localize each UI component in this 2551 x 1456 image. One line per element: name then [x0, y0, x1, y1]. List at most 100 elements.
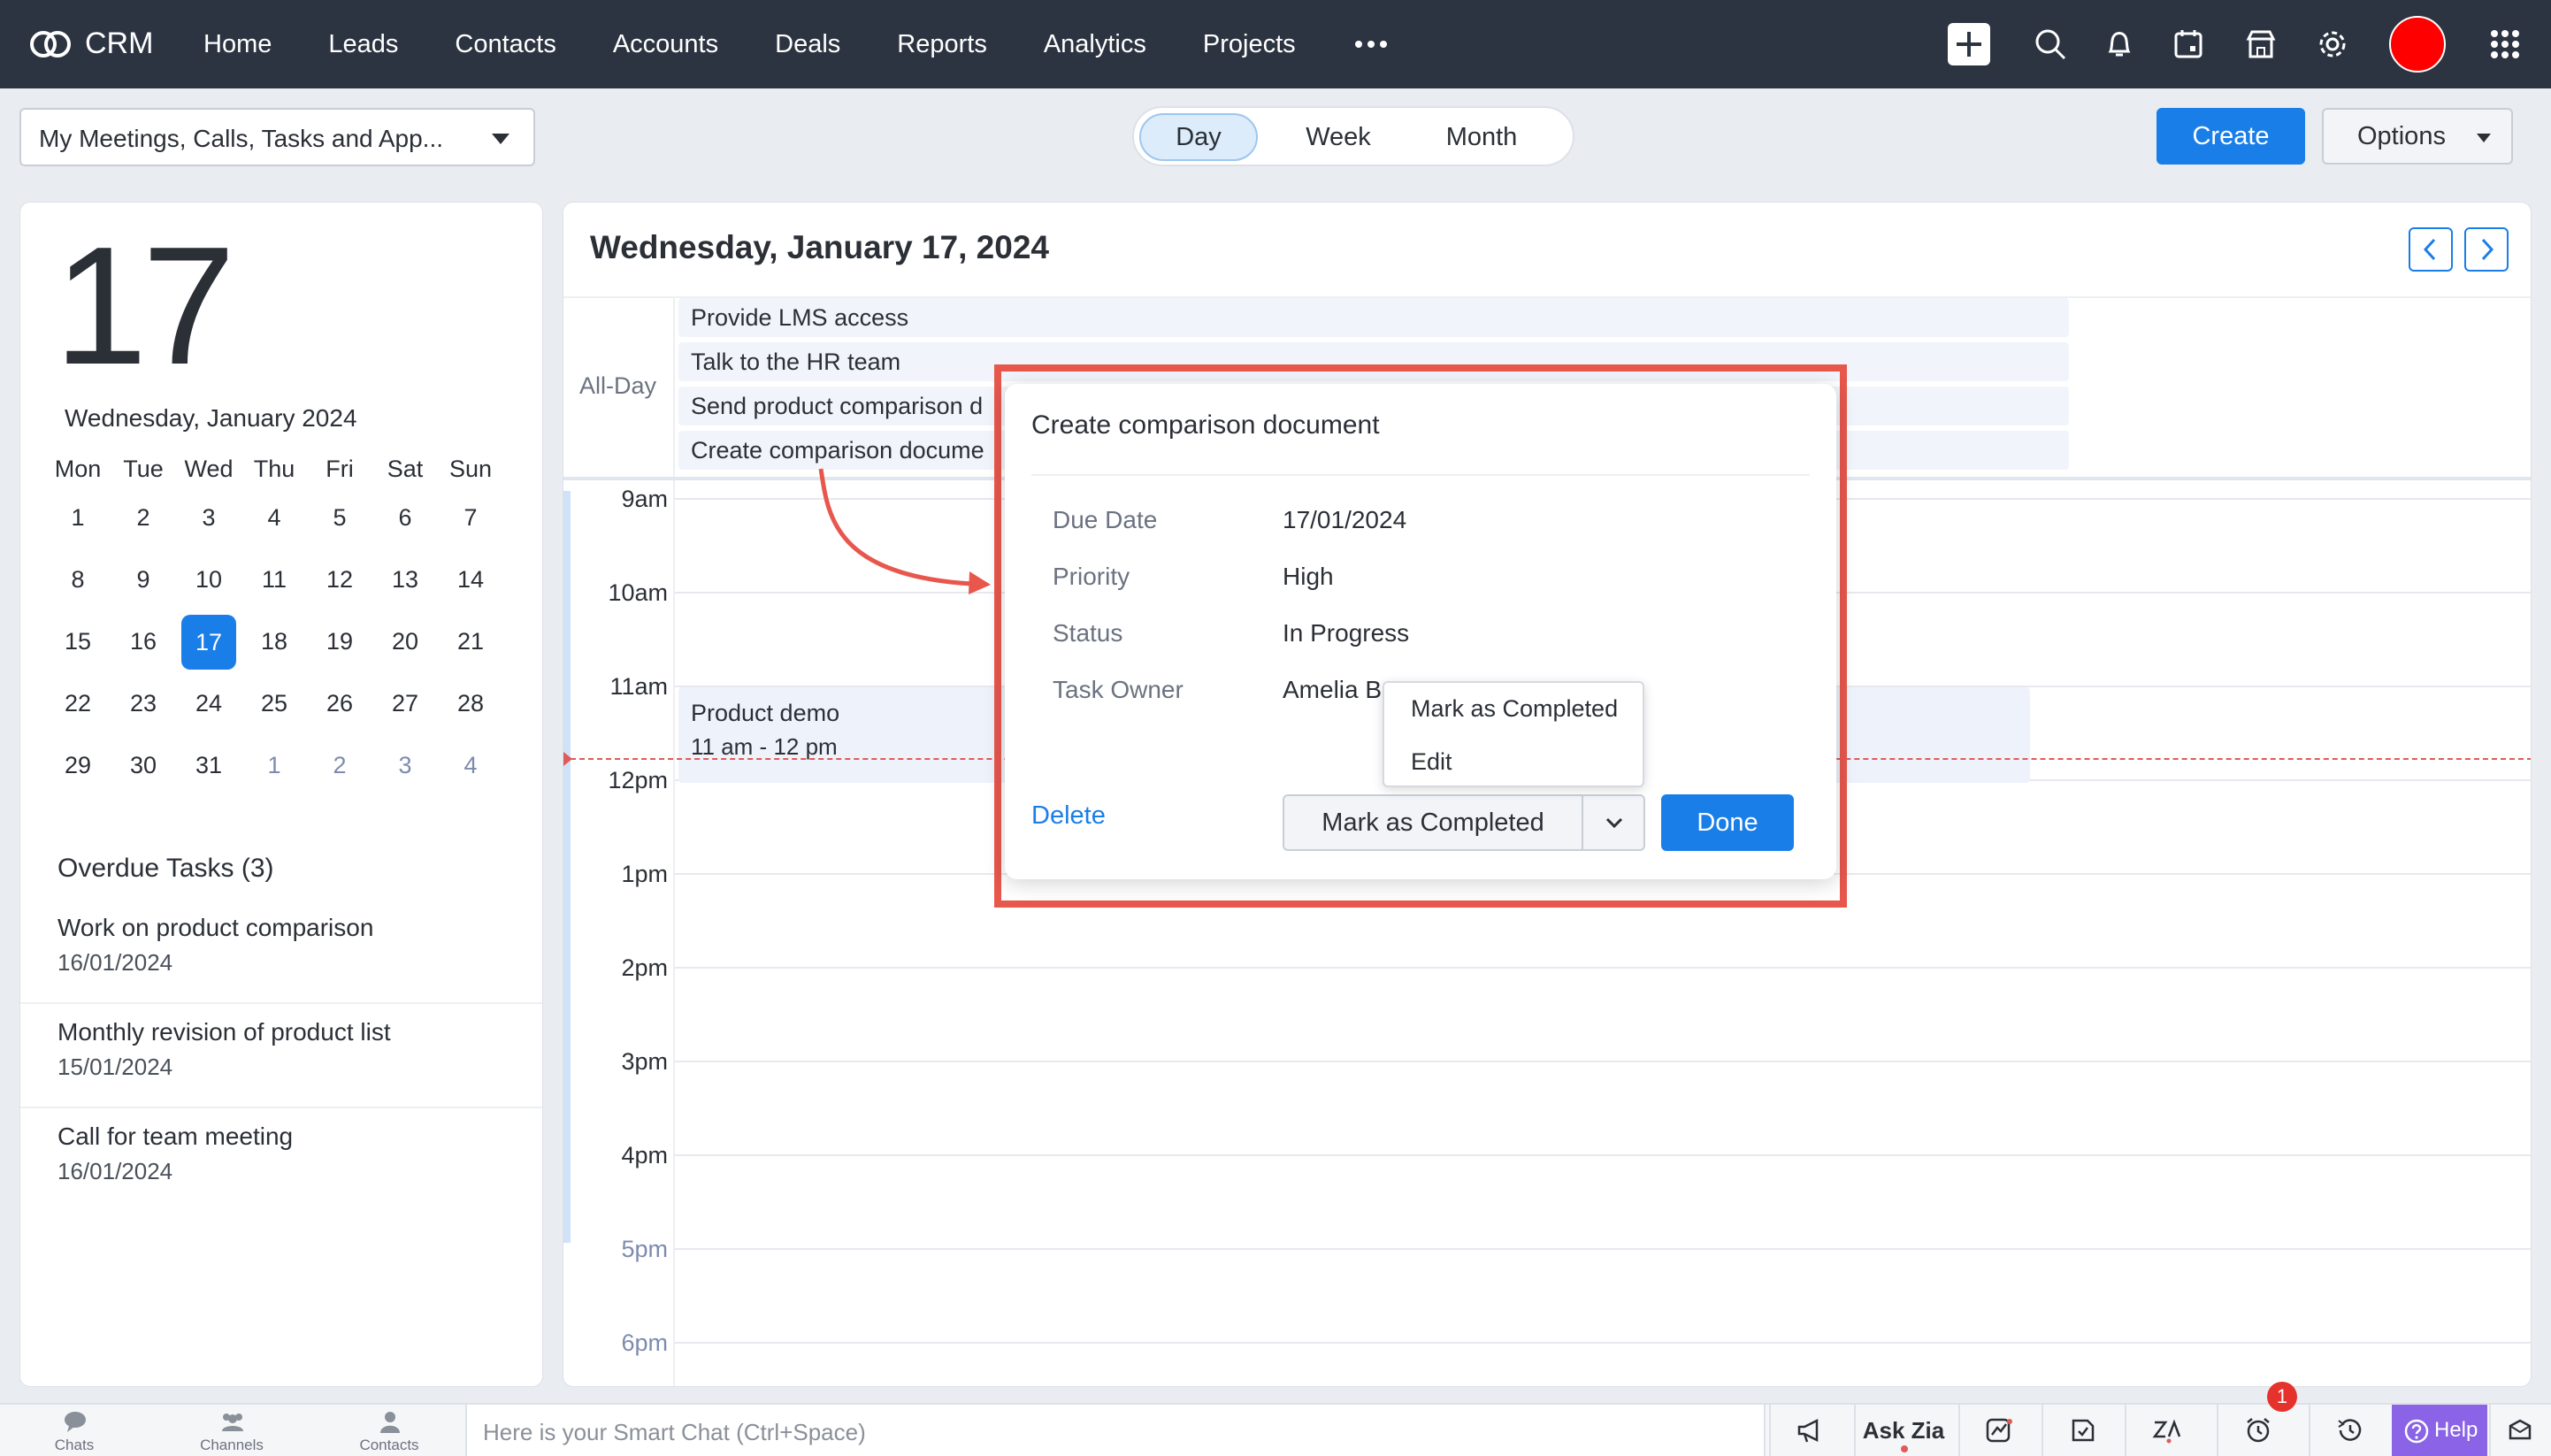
- tab-chats[interactable]: Chats: [30, 1405, 119, 1456]
- tab-contacts[interactable]: Contacts: [345, 1405, 433, 1456]
- calendar-day[interactable]: 30: [111, 739, 176, 792]
- overdue-date: 15/01/2024: [57, 1054, 173, 1080]
- dropdown-menu: Mark as Completed Edit: [1383, 681, 1644, 787]
- smart-chat-placeholder: Here is your Smart Chat (Ctrl+Space): [483, 1419, 866, 1445]
- tab-channels[interactable]: Channels: [188, 1405, 276, 1456]
- weekday-label: Tue: [123, 456, 164, 482]
- prev-day-button[interactable]: [2409, 227, 2453, 272]
- overdue-item[interactable]: Work on product comparison 16/01/2024: [20, 900, 542, 1004]
- avatar[interactable]: [2389, 16, 2446, 73]
- calendar-day[interactable]: 17: [176, 615, 241, 670]
- calendar-day[interactable]: 27: [372, 677, 438, 730]
- calendar-day[interactable]: 6: [372, 491, 438, 544]
- overdue-item[interactable]: Monthly revision of product list 15/01/2…: [20, 1004, 542, 1108]
- calendar-day[interactable]: 29: [45, 739, 111, 792]
- bell-icon[interactable]: [2100, 25, 2139, 64]
- feedback-icon[interactable]: [2489, 1405, 2551, 1456]
- calendar-day[interactable]: 7: [438, 491, 503, 544]
- marketplace-icon[interactable]: [2241, 25, 2280, 64]
- calendar-day[interactable]: 3: [176, 491, 241, 544]
- search-icon[interactable]: [2031, 25, 2070, 64]
- calendar-day[interactable]: 28: [438, 677, 503, 730]
- tab-week[interactable]: Week: [1279, 113, 1398, 161]
- calendar-day[interactable]: 24: [176, 677, 241, 730]
- smart-chat-input[interactable]: Here is your Smart Chat (Ctrl+Space): [465, 1405, 1766, 1456]
- gear-icon[interactable]: [2313, 25, 2352, 64]
- nav-analytics[interactable]: Analytics: [1030, 30, 1161, 59]
- calendar-day[interactable]: 13: [372, 553, 438, 606]
- calendar-day[interactable]: 4: [241, 491, 307, 544]
- nav-leads[interactable]: Leads: [314, 30, 412, 59]
- field-value: In Progress: [1283, 619, 1410, 647]
- event-title: Product demo: [691, 700, 840, 726]
- hour-line: [675, 1248, 2531, 1250]
- done-button[interactable]: Done: [1661, 794, 1794, 851]
- calendar-day[interactable]: 1: [45, 491, 111, 544]
- field-value: High: [1283, 563, 1334, 590]
- tab-day[interactable]: Day: [1139, 113, 1258, 161]
- help-icon: [2404, 1419, 2429, 1444]
- delete-link[interactable]: Delete: [1031, 801, 1106, 831]
- calendar-day[interactable]: 25: [241, 677, 307, 730]
- calendar-day[interactable]: 8: [45, 553, 111, 606]
- calendar-day[interactable]: 22: [45, 677, 111, 730]
- crm-logo-icon[interactable]: [28, 23, 73, 65]
- analytics-icon[interactable]: [1958, 1405, 2038, 1456]
- create-button[interactable]: Create: [2156, 108, 2305, 165]
- nav-reports[interactable]: Reports: [883, 30, 1001, 59]
- history-icon[interactable]: [2309, 1405, 2388, 1456]
- calendar-day[interactable]: 5: [307, 491, 372, 544]
- tab-month[interactable]: Month: [1415, 113, 1548, 161]
- calendar-day[interactable]: 16: [111, 615, 176, 668]
- view-select[interactable]: My Meetings, Calls, Tasks and App...: [19, 108, 535, 166]
- calendar-day[interactable]: 21: [438, 615, 503, 668]
- hour-label: 9am: [621, 486, 668, 512]
- next-day-button[interactable]: [2464, 227, 2509, 272]
- nav-home[interactable]: Home: [189, 30, 286, 59]
- apps-grid-icon[interactable]: [2486, 25, 2524, 64]
- help-button[interactable]: Help: [2392, 1405, 2487, 1456]
- calendar-day[interactable]: 14: [438, 553, 503, 606]
- zia-icon[interactable]: [2125, 1405, 2204, 1456]
- menu-item-edit[interactable]: Edit: [1411, 748, 1452, 776]
- nav-contacts[interactable]: Contacts: [440, 30, 570, 59]
- nav-projects[interactable]: Projects: [1189, 30, 1310, 59]
- ask-zia-button[interactable]: Ask Zia: [1854, 1405, 1951, 1456]
- chevron-down-icon[interactable]: [1605, 816, 1624, 830]
- signals-icon[interactable]: [2042, 1405, 2121, 1456]
- nav-accounts[interactable]: Accounts: [599, 30, 732, 59]
- calendar-day[interactable]: 31: [176, 739, 241, 792]
- calendar-icon[interactable]: [2169, 25, 2208, 64]
- calendar-day[interactable]: 23: [111, 677, 176, 730]
- calendar-day[interactable]: 9: [111, 553, 176, 606]
- calendar-day[interactable]: 4: [438, 739, 503, 792]
- allday-event[interactable]: Provide LMS access: [678, 298, 2069, 337]
- overdue-item[interactable]: Call for team meeting 16/01/2024: [20, 1108, 542, 1213]
- announcement-icon[interactable]: [1769, 1405, 1849, 1456]
- calendar-day[interactable]: 11: [241, 553, 307, 606]
- calendar-day[interactable]: 12: [307, 553, 372, 606]
- calendar-day[interactable]: 26: [307, 677, 372, 730]
- divider: [673, 296, 675, 1386]
- add-icon[interactable]: [1948, 23, 1990, 65]
- options-button[interactable]: Options: [2322, 108, 2513, 165]
- alarm-icon[interactable]: [2217, 1405, 2296, 1456]
- menu-item-mark-completed[interactable]: Mark as Completed: [1411, 695, 1618, 723]
- calendar-day[interactable]: 19: [307, 615, 372, 668]
- calendar-day[interactable]: 2: [111, 491, 176, 544]
- brand-name[interactable]: CRM: [85, 27, 153, 61]
- overdue-name: Call for team meeting: [57, 1123, 294, 1150]
- calendar-day[interactable]: 18: [241, 615, 307, 668]
- field-label: Task Owner: [1053, 676, 1184, 703]
- more-icon[interactable]: [1353, 35, 1389, 53]
- calendar-day[interactable]: 15: [45, 615, 111, 668]
- calendar-day[interactable]: 2: [307, 739, 372, 792]
- calendar-day[interactable]: 20: [372, 615, 438, 668]
- hour-line: [675, 1154, 2531, 1156]
- nav-deals[interactable]: Deals: [761, 30, 854, 59]
- calendar-day[interactable]: 3: [372, 739, 438, 792]
- calendar-day[interactable]: 1: [241, 739, 307, 792]
- mark-completed-button[interactable]: Mark as Completed: [1284, 796, 1582, 849]
- calendar-day[interactable]: 10: [176, 553, 241, 606]
- left-panel: 17 Wednesday, January 2024 Mon Tue Wed Thu F…: [19, 202, 543, 1387]
